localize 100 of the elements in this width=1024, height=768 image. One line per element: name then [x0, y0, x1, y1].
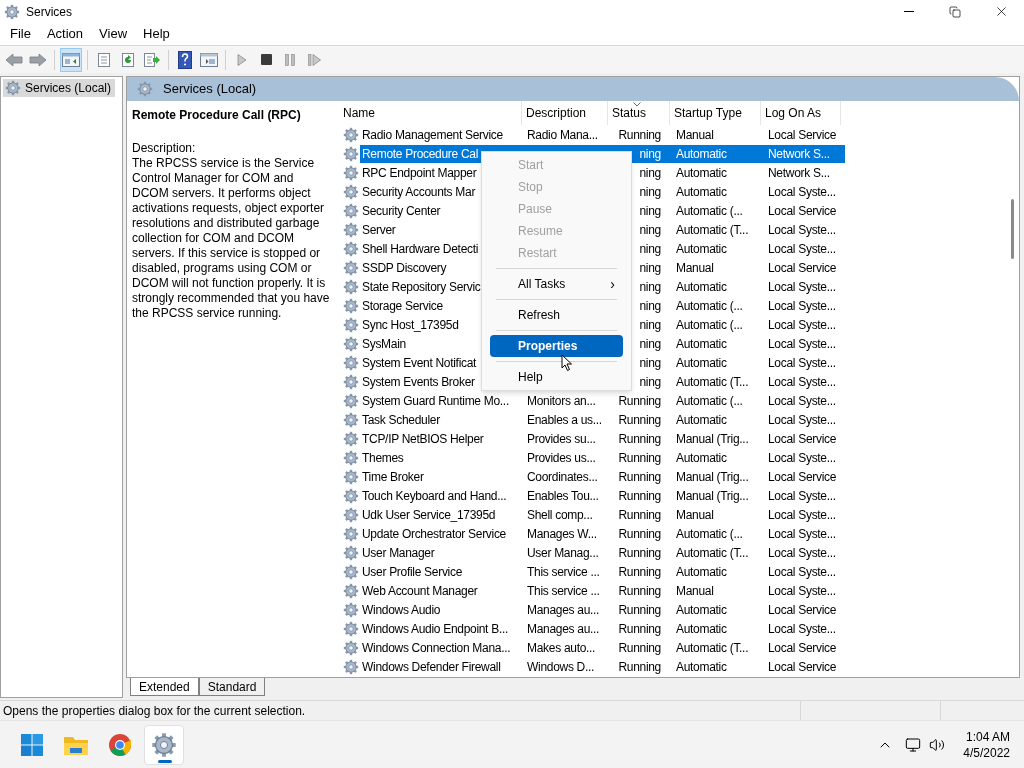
taskbar-app[interactable] — [144, 724, 184, 765]
gear-icon — [343, 487, 359, 504]
gear-icon — [343, 582, 359, 599]
table-cell: Local Service — [768, 127, 837, 142]
table-cell: Task Scheduler — [362, 412, 440, 427]
minimize-icon — [904, 11, 914, 12]
table-cell: Sync Host_17395d — [362, 317, 459, 332]
view-tab[interactable]: Extended — [130, 678, 199, 696]
table-cell: Local Syste... — [768, 222, 836, 237]
table-cell: Automatic (... — [676, 203, 743, 218]
table-cell: ning — [639, 260, 661, 275]
clock-time: 1:04 AM — [965, 728, 1010, 745]
table-cell: Storage Service — [362, 298, 443, 313]
table-cell: Automatic (... — [676, 526, 743, 541]
table-cell: Automatic — [676, 602, 727, 617]
table-cell: ning — [639, 317, 661, 332]
gear-icon — [343, 525, 359, 542]
table-cell: Running — [618, 507, 661, 522]
table-cell: ning — [639, 146, 661, 161]
table-cell: Security Accounts Mar — [362, 184, 476, 199]
table-cell: Running — [618, 431, 661, 446]
table-cell: Shell comp... — [527, 507, 593, 522]
clock[interactable]: 1:04 AM 4/5/2022 — [963, 728, 1010, 761]
table-cell: Local Syste... — [768, 317, 836, 332]
table-cell: Running — [618, 659, 661, 674]
table-cell: Windows Defender Firewall — [362, 659, 501, 674]
gear-icon — [343, 240, 359, 257]
table-cell: System Guard Runtime Mo... — [362, 393, 509, 408]
services-gear-icon — [151, 731, 177, 758]
pause-icon — [285, 53, 295, 66]
gear-icon — [343, 297, 359, 314]
table-cell: Local Syste... — [768, 336, 836, 351]
column-header[interactable]: Status — [608, 101, 670, 125]
table-cell: Windows D... — [527, 659, 595, 674]
table-cell: SysMain — [362, 336, 406, 351]
menu-item[interactable]: View — [91, 24, 136, 44]
table-cell: Local Syste... — [768, 583, 836, 598]
status-text: Opens the properties dialog box for the current selection. — [2, 702, 307, 720]
table-cell: Running — [618, 602, 661, 617]
column-header[interactable]: Startup Type — [670, 101, 761, 125]
table-cell: Running — [618, 450, 661, 465]
menu-item[interactable]: Help — [135, 24, 178, 44]
table-cell: Automatic — [676, 450, 727, 465]
table-cell: Local Service — [768, 431, 837, 446]
table-cell: Local Syste... — [768, 488, 836, 503]
table-cell: Manual (Trig... — [676, 488, 749, 503]
table-cell: Running — [618, 640, 661, 655]
table-cell: Local Syste... — [768, 621, 836, 636]
menu-item[interactable]: All Tasks › — [490, 273, 623, 295]
table-cell: Local Syste... — [768, 564, 836, 579]
table-cell: User Manager — [362, 545, 435, 560]
table-cell: Shell Hardware Detecti — [362, 241, 479, 256]
gear-icon — [343, 183, 359, 200]
tree-item[interactable]: Services (Local) — [3, 79, 116, 97]
mouse-cursor-icon — [561, 354, 573, 372]
view-tab[interactable]: Standard — [198, 678, 266, 696]
menu-item[interactable]: Help — [490, 366, 623, 388]
table-cell: Enables a us... — [527, 412, 602, 427]
table-cell: Manual (Trig... — [676, 431, 749, 446]
gear-icon — [343, 449, 359, 466]
table-cell: Automatic — [676, 146, 727, 161]
gear-icon — [343, 221, 359, 238]
table-cell: Makes auto... — [527, 640, 596, 655]
table-cell: Local Service — [768, 602, 837, 617]
browser-icon — [108, 732, 132, 757]
gear-icon — [343, 639, 359, 656]
menu-item[interactable]: File — [2, 24, 39, 44]
table-cell: ning — [639, 184, 661, 199]
menu-item[interactable]: Refresh — [490, 304, 623, 326]
table-cell: Local Syste... — [768, 241, 836, 256]
table-cell: Local Service — [768, 469, 837, 484]
back-arrow-icon — [5, 52, 23, 67]
column-header[interactable]: Description — [522, 101, 608, 125]
column-header[interactable]: Name — [336, 101, 522, 125]
table-cell: Automatic — [676, 165, 727, 180]
table-cell: Remote Procedure Cal — [362, 146, 479, 161]
help-icon — [178, 50, 192, 69]
description-label: Description: — [132, 141, 197, 156]
gear-icon — [343, 430, 359, 447]
table-cell: Local Syste... — [768, 393, 836, 408]
table-cell: Security Center — [362, 203, 441, 218]
table-cell: Monitors an... — [527, 393, 596, 408]
scrollbar-thumb[interactable] — [1011, 199, 1014, 259]
forward-arrow-icon — [29, 52, 47, 67]
window-icon — [200, 51, 218, 68]
table-cell: This service ... — [527, 564, 600, 579]
table-cell: ning — [639, 355, 661, 370]
table-cell: Update Orchestrator Service — [362, 526, 506, 541]
menu-item[interactable]: Action — [38, 24, 92, 44]
gear-icon — [343, 601, 359, 618]
table-cell: Automatic (T... — [676, 545, 749, 560]
menu-item[interactable]: Properties — [490, 335, 623, 357]
column-header[interactable]: Log On As — [761, 101, 841, 125]
active-indicator — [158, 759, 172, 763]
speaker-icon[interactable] — [929, 736, 946, 753]
table-cell: Running — [618, 488, 661, 503]
app-gear-icon — [4, 3, 20, 20]
table-cell: Windows Audio Endpoint B... — [362, 621, 508, 636]
gear-icon — [343, 126, 359, 143]
table-cell: Running — [618, 526, 661, 541]
